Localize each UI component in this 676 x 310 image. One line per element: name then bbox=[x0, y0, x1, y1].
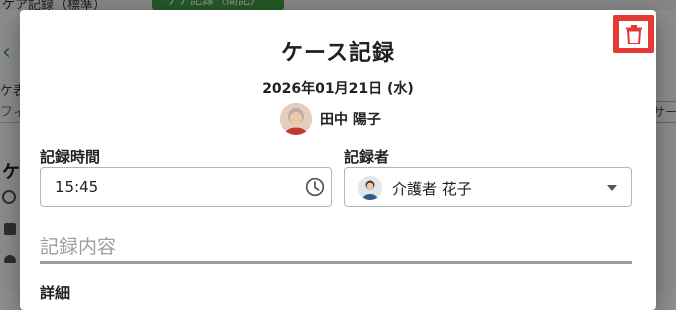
staff-avatar bbox=[358, 176, 382, 200]
dialog-title: ケース記録 bbox=[281, 41, 395, 66]
section-divider bbox=[40, 261, 632, 264]
record-time-value: 15:45 bbox=[55, 178, 99, 196]
case-record-dialog: ケース記録 2026年01月21日 (水) 田中 陽子 記録時間 15:45 記… bbox=[20, 10, 656, 310]
resident-info: 田中 陽子 bbox=[280, 103, 381, 135]
recorder-value: 介護者 花子 bbox=[392, 180, 472, 198]
record-time-label: 記録時間 bbox=[40, 148, 101, 166]
resident-avatar-icon bbox=[280, 103, 312, 135]
recorder-label: 記録者 bbox=[344, 148, 390, 166]
record-time-input[interactable]: 15:45 bbox=[40, 167, 332, 207]
record-date: 2026年01月21日 (水) bbox=[262, 81, 414, 97]
caret-down-icon[interactable] bbox=[607, 185, 617, 191]
resident-name: 田中 陽子 bbox=[320, 112, 381, 128]
detail-label: 詳細 bbox=[40, 284, 71, 302]
staff-avatar-icon bbox=[358, 176, 382, 200]
clock-icon[interactable] bbox=[305, 177, 325, 197]
record-content-heading: 記録内容 bbox=[40, 236, 117, 258]
resident-avatar bbox=[280, 103, 312, 135]
recorder-select[interactable]: 介護者 花子 bbox=[344, 167, 632, 207]
